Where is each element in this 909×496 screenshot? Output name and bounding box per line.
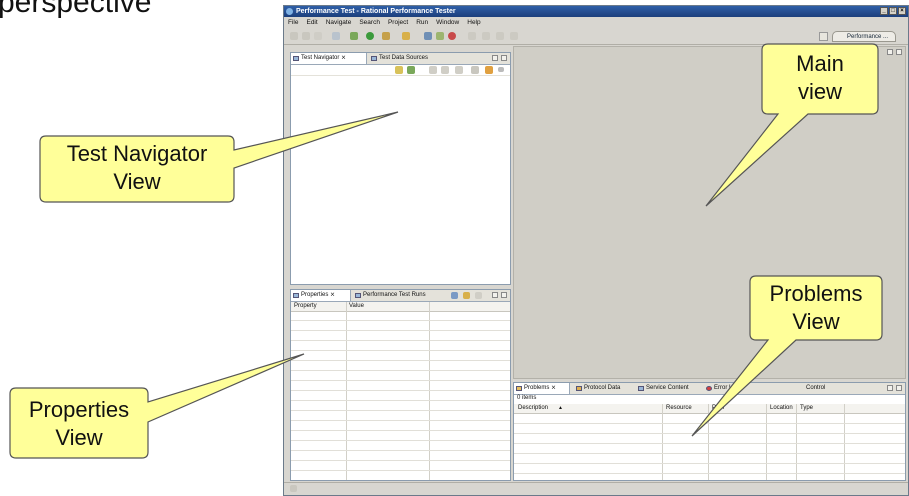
callout-line: Main xyxy=(796,51,844,76)
callout-line: view xyxy=(797,79,842,104)
callout-navigator-view: Test Navigator View xyxy=(40,140,234,196)
callout-main-view: Main view xyxy=(762,50,878,106)
callout-line: View xyxy=(113,169,161,194)
callout-line: Test Navigator xyxy=(66,141,208,166)
callout-properties-view: Properties View xyxy=(10,396,148,452)
callout-line: View xyxy=(792,309,840,334)
callout-line: View xyxy=(55,425,103,450)
callout-problems-view: Problems View xyxy=(750,280,882,336)
callout-line: Problems xyxy=(769,281,863,306)
callout-line: Properties xyxy=(28,397,130,422)
